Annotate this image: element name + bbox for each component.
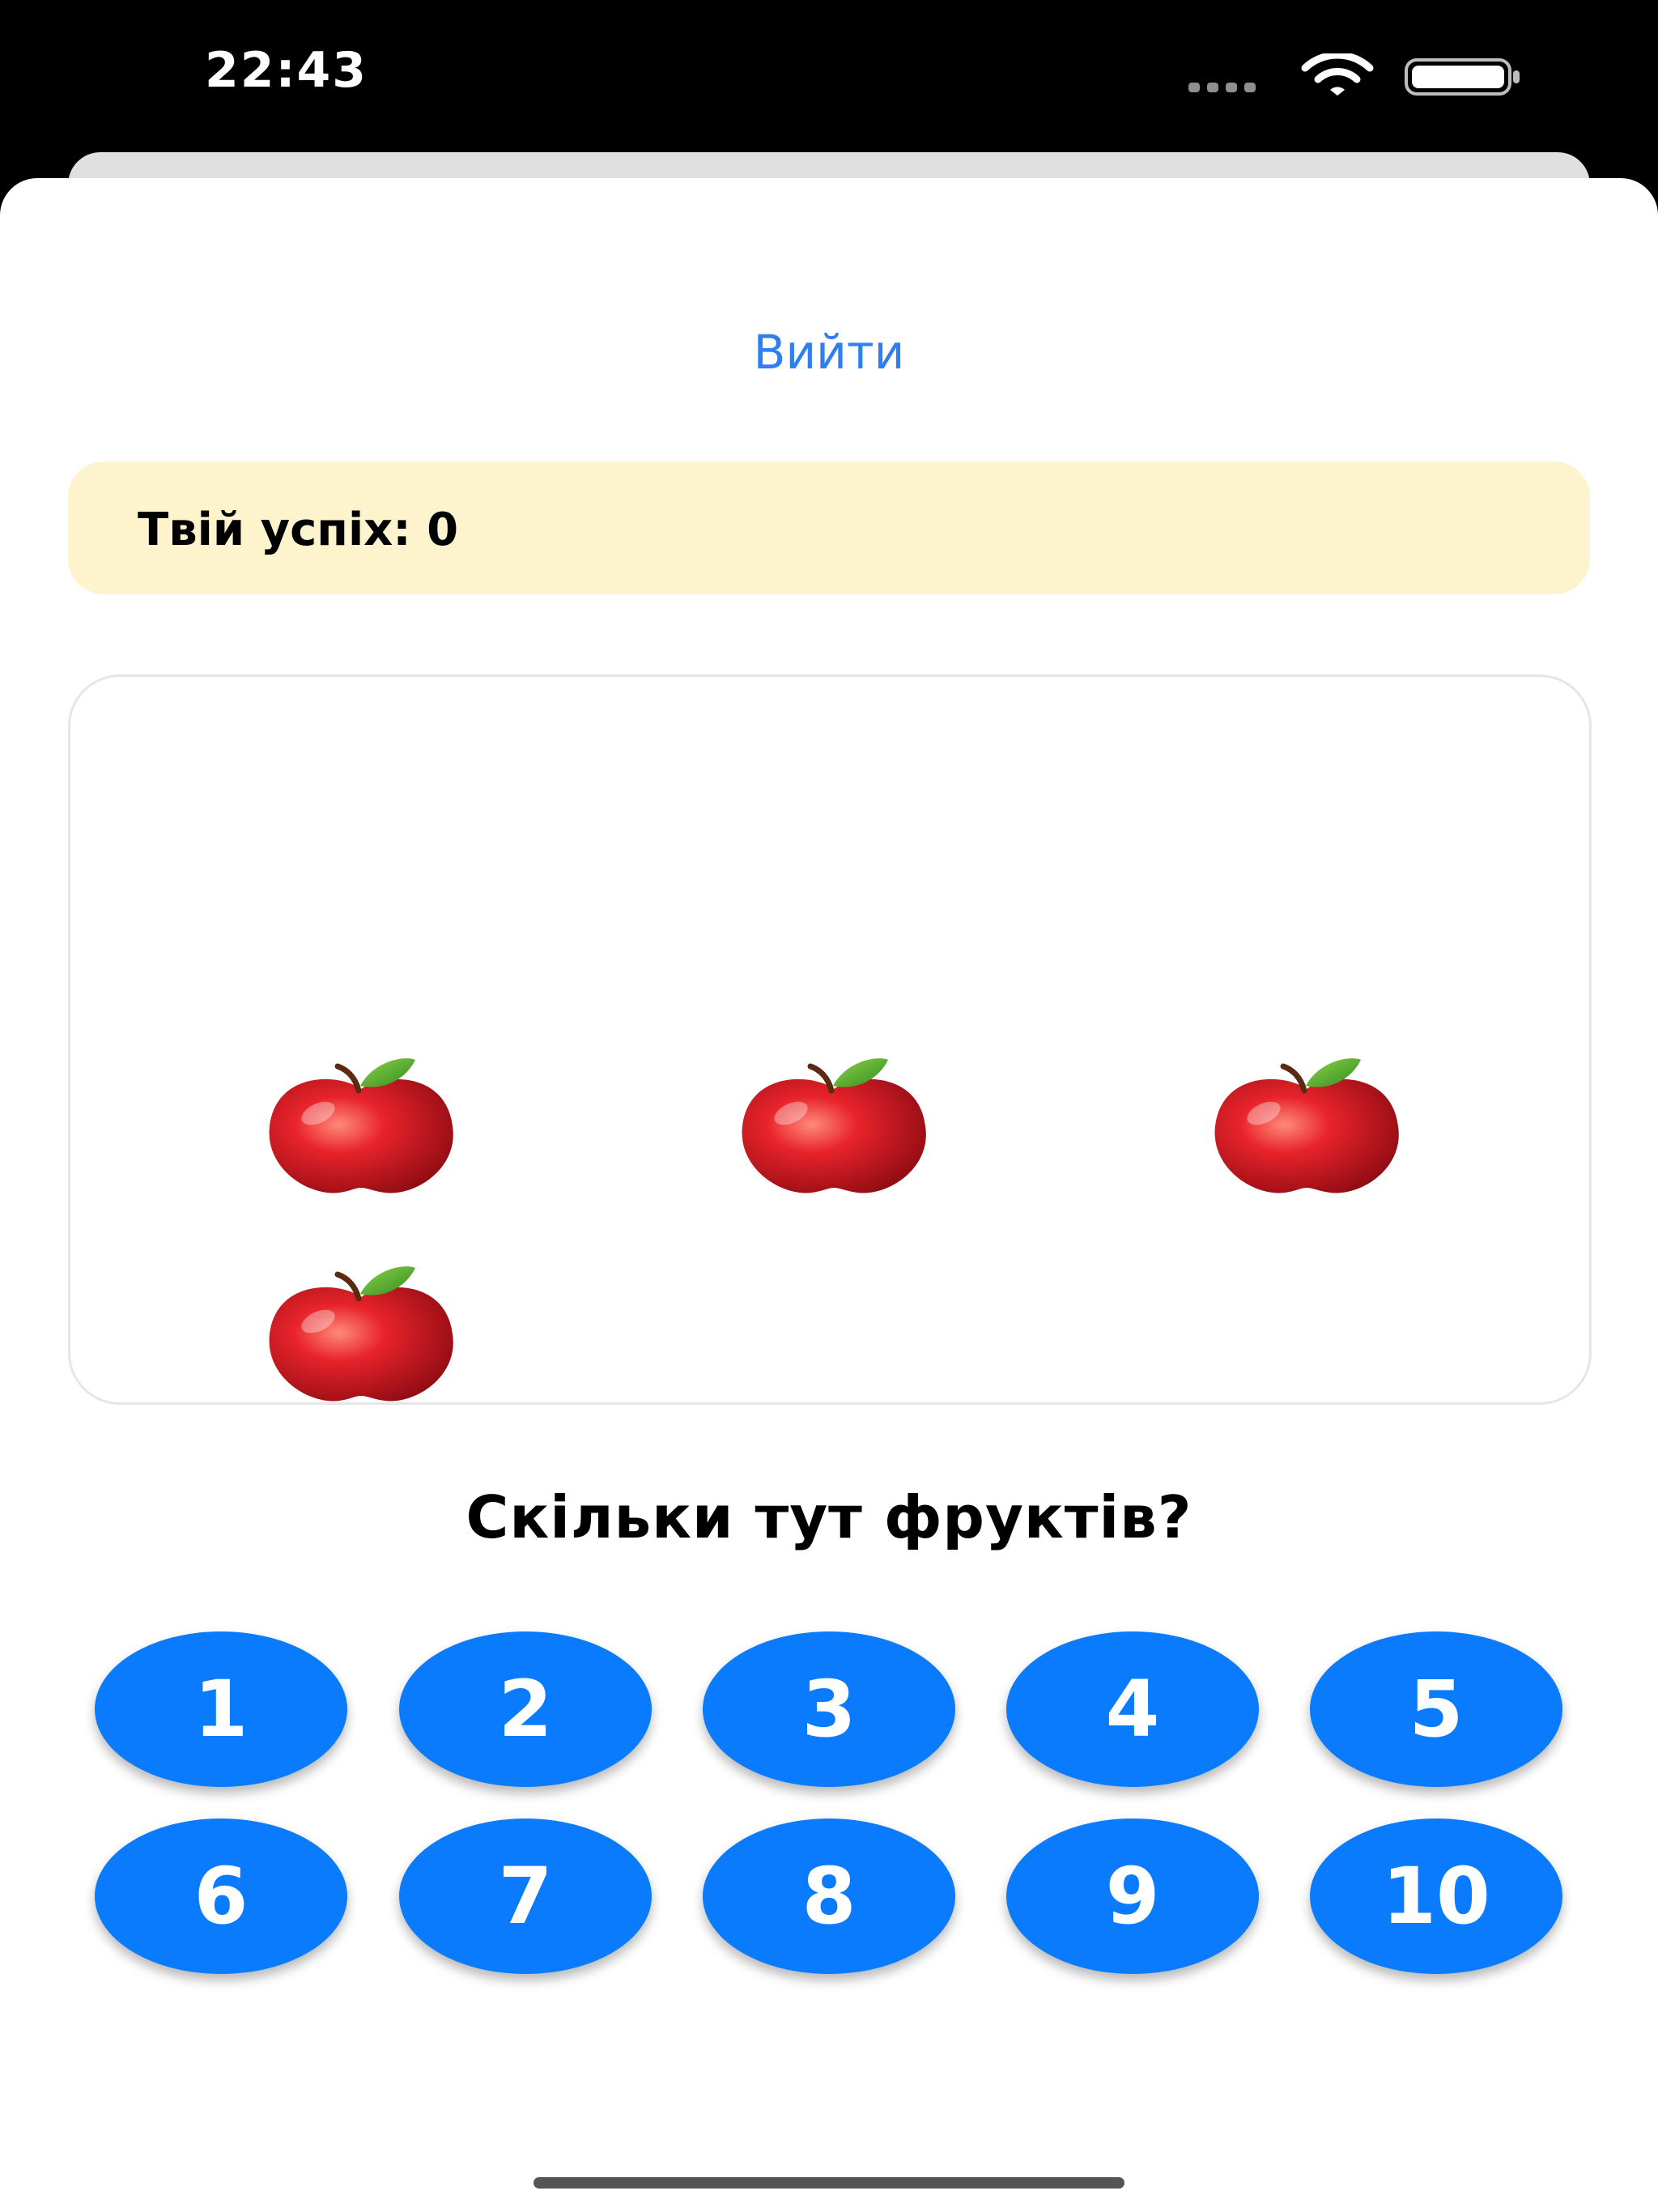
answer-button-1[interactable]: 1 [95,1631,347,1787]
battery-icon [1405,58,1520,96]
apple-icon [269,1266,453,1402]
score-label: Твій успіх: 0 [138,504,459,556]
answer-button-5[interactable]: 5 [1310,1631,1562,1787]
status-time: 22:43 [205,42,368,99]
answer-button-10[interactable]: 10 [1310,1819,1562,1974]
answer-button-4[interactable]: 4 [1006,1631,1259,1787]
apple-icon [1214,1058,1399,1193]
answer-button-6[interactable]: 6 [95,1819,347,1974]
score-card: Твій успіх: 0 [68,462,1590,594]
answer-button-2[interactable]: 2 [399,1631,652,1787]
home-indicator[interactable] [534,2177,1124,2189]
answer-button-9[interactable]: 9 [1006,1819,1259,1974]
answer-button-3[interactable]: 3 [703,1631,955,1787]
game-sheet: Вийти Твій успіх: 0 Скільки тут фруктів?… [0,178,1658,2212]
answer-button-8[interactable]: 8 [703,1819,955,1974]
fruit-display-area [68,674,1592,1405]
answer-button-7[interactable]: 7 [399,1819,652,1974]
apple-icon [269,1058,453,1193]
status-bar: 22:43 [0,0,1658,154]
exit-button[interactable]: Вийти [0,325,1658,380]
apple-icon [742,1058,926,1193]
question-text: Скільки тут фруктів? [466,1483,1192,1551]
wifi-icon [1301,53,1374,96]
cellular-dots-icon [1188,83,1256,92]
